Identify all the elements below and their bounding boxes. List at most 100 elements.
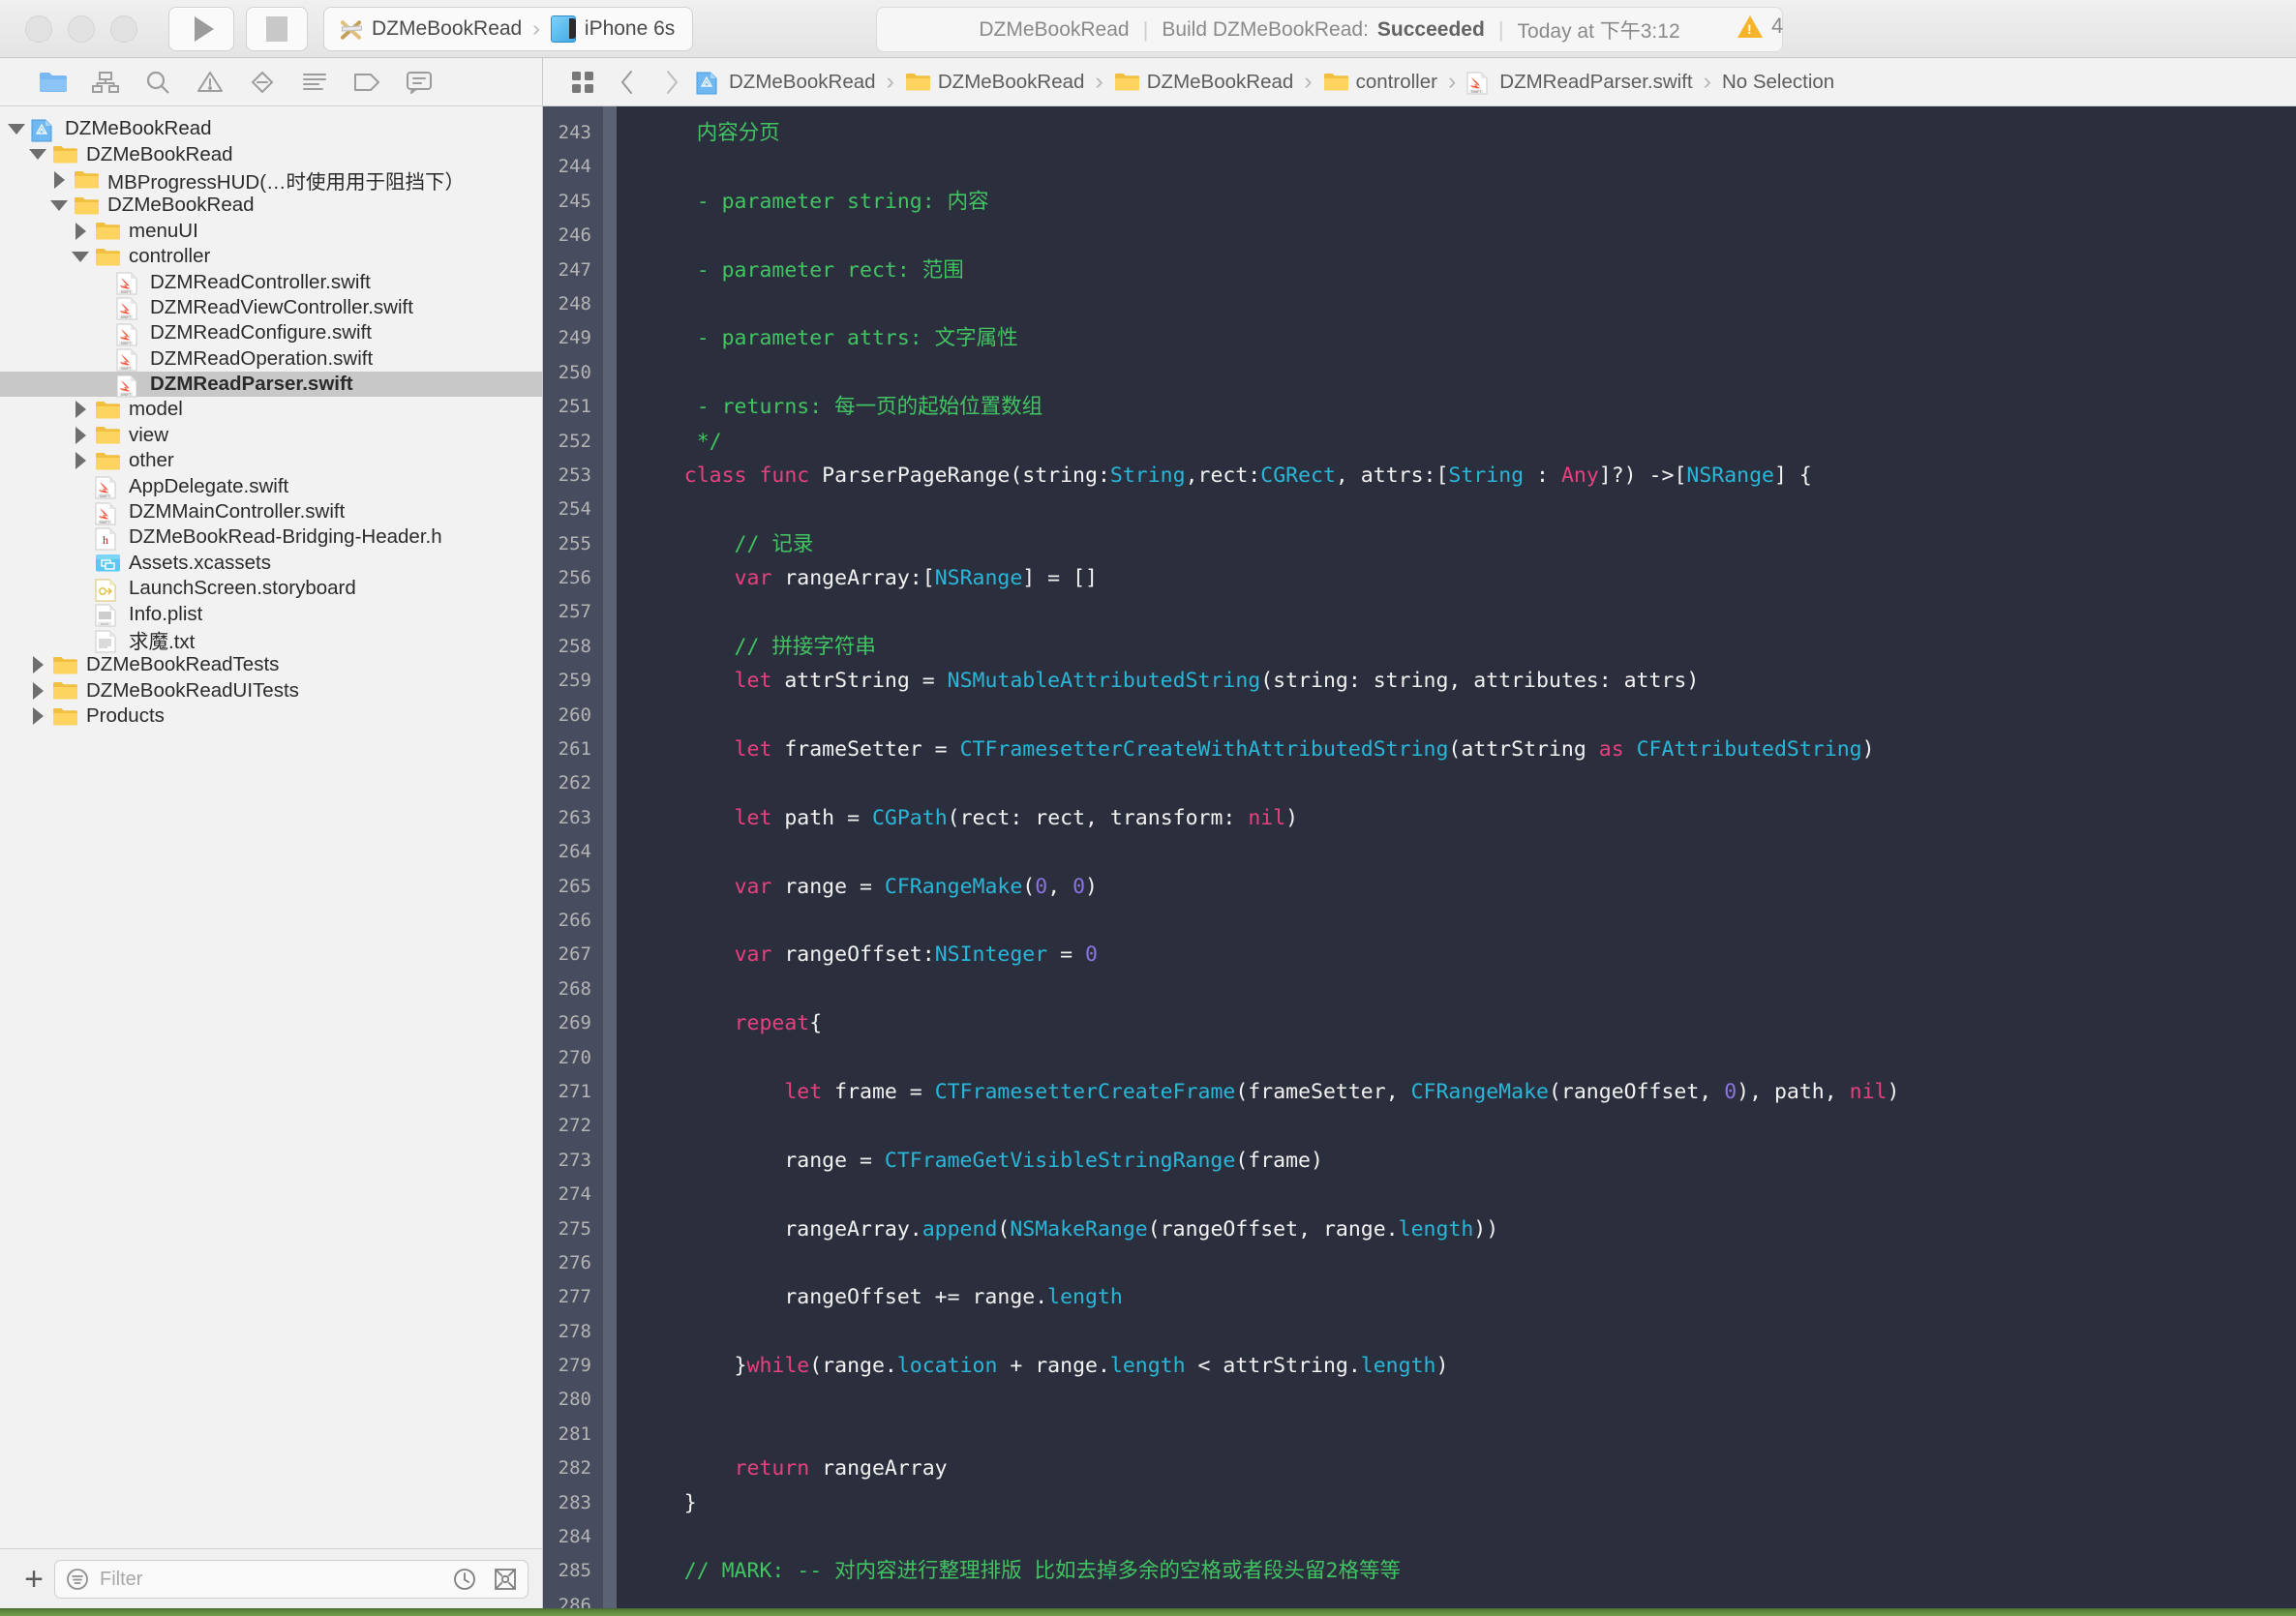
navigator-row[interactable]: SWIFT DZMReadParser.swift [0, 371, 542, 398]
code-line[interactable] [634, 1109, 2296, 1143]
scheme-destination-selector[interactable]: DZMeBookRead › iPhone 6s [323, 6, 694, 51]
code-line[interactable] [634, 1041, 2296, 1075]
navigator-row[interactable]: other [0, 448, 542, 473]
code-line[interactable] [634, 356, 2296, 390]
code-line[interactable]: let path = CGPath(rect: rect, transform:… [634, 801, 2296, 835]
code-line[interactable] [634, 1589, 2296, 1608]
navigator-row[interactable]: menuUI [0, 219, 542, 244]
code-line[interactable]: class func ParserPageRange(string:String… [634, 459, 2296, 493]
code-line[interactable]: return rangeArray [634, 1451, 2296, 1485]
disclosure-triangle-right-icon[interactable] [70, 401, 91, 419]
disclosure-triangle-right-icon[interactable] [27, 707, 48, 726]
navigator-row[interactable]: Assets.xcassets [0, 551, 542, 576]
navigator-row[interactable]: controller [0, 244, 542, 269]
code-line[interactable]: let attrString = NSMutableAttributedStri… [634, 664, 2296, 698]
forward-chevron-icon[interactable] [650, 63, 694, 102]
breadcrumb[interactable]: DZMeBookRead › DZMeBookRead › DZMeBookRead › c… [694, 68, 1836, 96]
code-line[interactable] [634, 219, 2296, 253]
code-line[interactable] [634, 699, 2296, 733]
disclosure-triangle-down-icon[interactable] [48, 199, 70, 211]
code-line[interactable] [634, 904, 2296, 938]
code-line[interactable]: - returns: 每一页的起始位置数组 [634, 390, 2296, 424]
navigator-row[interactable]: SWIFT AppDelegate.swift [0, 473, 542, 499]
disclosure-triangle-right-icon[interactable] [70, 452, 91, 470]
code-line[interactable]: - parameter attrs: 文字属性 [634, 321, 2296, 355]
breadcrumb-segment[interactable]: SWIFT DZMReadParser.swift [1465, 71, 1694, 95]
source-editor[interactable]: 243 244 245 246 247 248 249 250 251 252 253 254 255 2… [543, 106, 2296, 1608]
code-line[interactable]: var rangeOffset:NSInteger = 0 [634, 938, 2296, 972]
code-line[interactable] [634, 1520, 2296, 1554]
disclosure-triangle-right-icon[interactable] [27, 681, 48, 700]
breadcrumb-segment[interactable]: DZMeBookRead [903, 71, 1087, 94]
code-line[interactable]: } [634, 1486, 2296, 1520]
navigator-row[interactable]: SWIFT DZMReadController.swift [0, 269, 542, 295]
debug-navigator-icon[interactable] [288, 63, 341, 102]
code-line[interactable] [634, 150, 2296, 184]
code-text[interactable]: 内容分页 - parameter string: 内容 - parameter … [617, 106, 2296, 1608]
back-chevron-icon[interactable] [605, 63, 650, 102]
code-line[interactable] [634, 766, 2296, 800]
code-line[interactable]: var range = CFRangeMake(0, 0) [634, 870, 2296, 904]
minimize-button[interactable] [68, 15, 95, 43]
code-line[interactable]: rangeArray.append(NSMakeRange(rangeOffse… [634, 1212, 2296, 1246]
test-navigator-icon[interactable] [236, 63, 288, 102]
navigator-row[interactable]: PLIST Info.plist [0, 601, 542, 627]
navigator-row[interactable]: view [0, 423, 542, 448]
disclosure-triangle-down-icon[interactable] [6, 123, 27, 135]
code-line[interactable]: let frame = CTFramesetterCreateFrame(fra… [634, 1075, 2296, 1109]
code-line[interactable] [634, 1383, 2296, 1417]
breadcrumb-segment[interactable]: controller [1321, 71, 1439, 94]
code-line[interactable]: // 拼接字符串 [634, 630, 2296, 664]
find-navigator-icon[interactable] [132, 63, 184, 102]
navigator-row[interactable]: LaunchScreen.storyboard [0, 576, 542, 602]
clock-icon[interactable] [452, 1567, 477, 1592]
code-line[interactable]: range = CTFrameGetVisibleStringRange(fra… [634, 1144, 2296, 1178]
code-line[interactable]: - parameter rect: 范围 [634, 254, 2296, 287]
disclosure-triangle-right-icon[interactable] [27, 656, 48, 674]
scm-filter-icon[interactable] [493, 1567, 518, 1592]
code-line[interactable] [634, 1246, 2296, 1280]
code-line[interactable] [634, 1315, 2296, 1349]
navigator-row[interactable]: SWIFT DZMReadViewController.swift [0, 295, 542, 320]
navigator-row[interactable]: DZMeBookReadTests [0, 652, 542, 677]
navigator-row[interactable]: DZMeBookReadUITests [0, 678, 542, 703]
code-line[interactable] [634, 287, 2296, 321]
code-line[interactable]: }while(range.location + range.length < a… [634, 1349, 2296, 1383]
code-line[interactable] [634, 973, 2296, 1006]
stop-button[interactable] [246, 6, 308, 51]
code-line[interactable]: repeat{ [634, 1006, 2296, 1040]
code-line[interactable] [634, 835, 2296, 869]
disclosure-triangle-down-icon[interactable] [27, 149, 48, 161]
navigator-row[interactable]: SWIFT DZMReadConfigure.swift [0, 320, 542, 346]
warning-indicator[interactable]: 4 [1737, 14, 1783, 39]
close-button[interactable] [25, 15, 52, 43]
disclosure-triangle-right-icon[interactable] [70, 426, 91, 444]
navigator-row[interactable]: SWIFT DZMMainController.swift [0, 499, 542, 525]
run-button[interactable] [168, 6, 234, 51]
zoom-button[interactable] [110, 15, 137, 43]
code-line[interactable]: // 记录 [634, 527, 2296, 561]
project-navigator-tree[interactable]: DZMeBookRead DZMeBookRead MBProgressHUD(…时… [0, 106, 542, 1548]
breakpoint-navigator-icon[interactable] [341, 63, 393, 102]
code-line[interactable]: */ [634, 425, 2296, 459]
navigator-row[interactable]: h DZMeBookRead-Bridging-Header.h [0, 524, 542, 551]
breadcrumb-segment[interactable]: No Selection [1720, 71, 1836, 94]
breadcrumb-segment[interactable]: DZMeBookRead [694, 71, 878, 95]
code-line[interactable]: 内容分页 [634, 116, 2296, 150]
project-navigator-icon[interactable] [27, 63, 79, 102]
source-control-navigator-icon[interactable] [79, 63, 132, 102]
code-line[interactable]: - parameter string: 内容 [634, 185, 2296, 219]
related-items-icon[interactable] [560, 63, 605, 102]
navigator-row[interactable]: Products [0, 703, 542, 729]
disclosure-triangle-down-icon[interactable] [70, 251, 91, 262]
code-line[interactable]: // MARK: -- 对内容进行整理排版 比如去掉多余的空格或者段头留2格等等 [634, 1554, 2296, 1588]
code-line[interactable]: rangeOffset += range.length [634, 1280, 2296, 1314]
disclosure-triangle-right-icon[interactable] [70, 222, 91, 240]
issue-navigator-icon[interactable] [184, 63, 236, 102]
navigator-row[interactable]: DZMeBookRead [0, 141, 542, 166]
navigator-row[interactable]: MBProgressHUD(…时使用用于阻挡下） [0, 167, 542, 194]
code-line[interactable] [634, 1178, 2296, 1212]
code-line[interactable]: var rangeArray:[NSRange] = [] [634, 561, 2296, 595]
navigator-row[interactable]: 求魔.txt [0, 627, 542, 653]
code-line[interactable] [634, 493, 2296, 526]
